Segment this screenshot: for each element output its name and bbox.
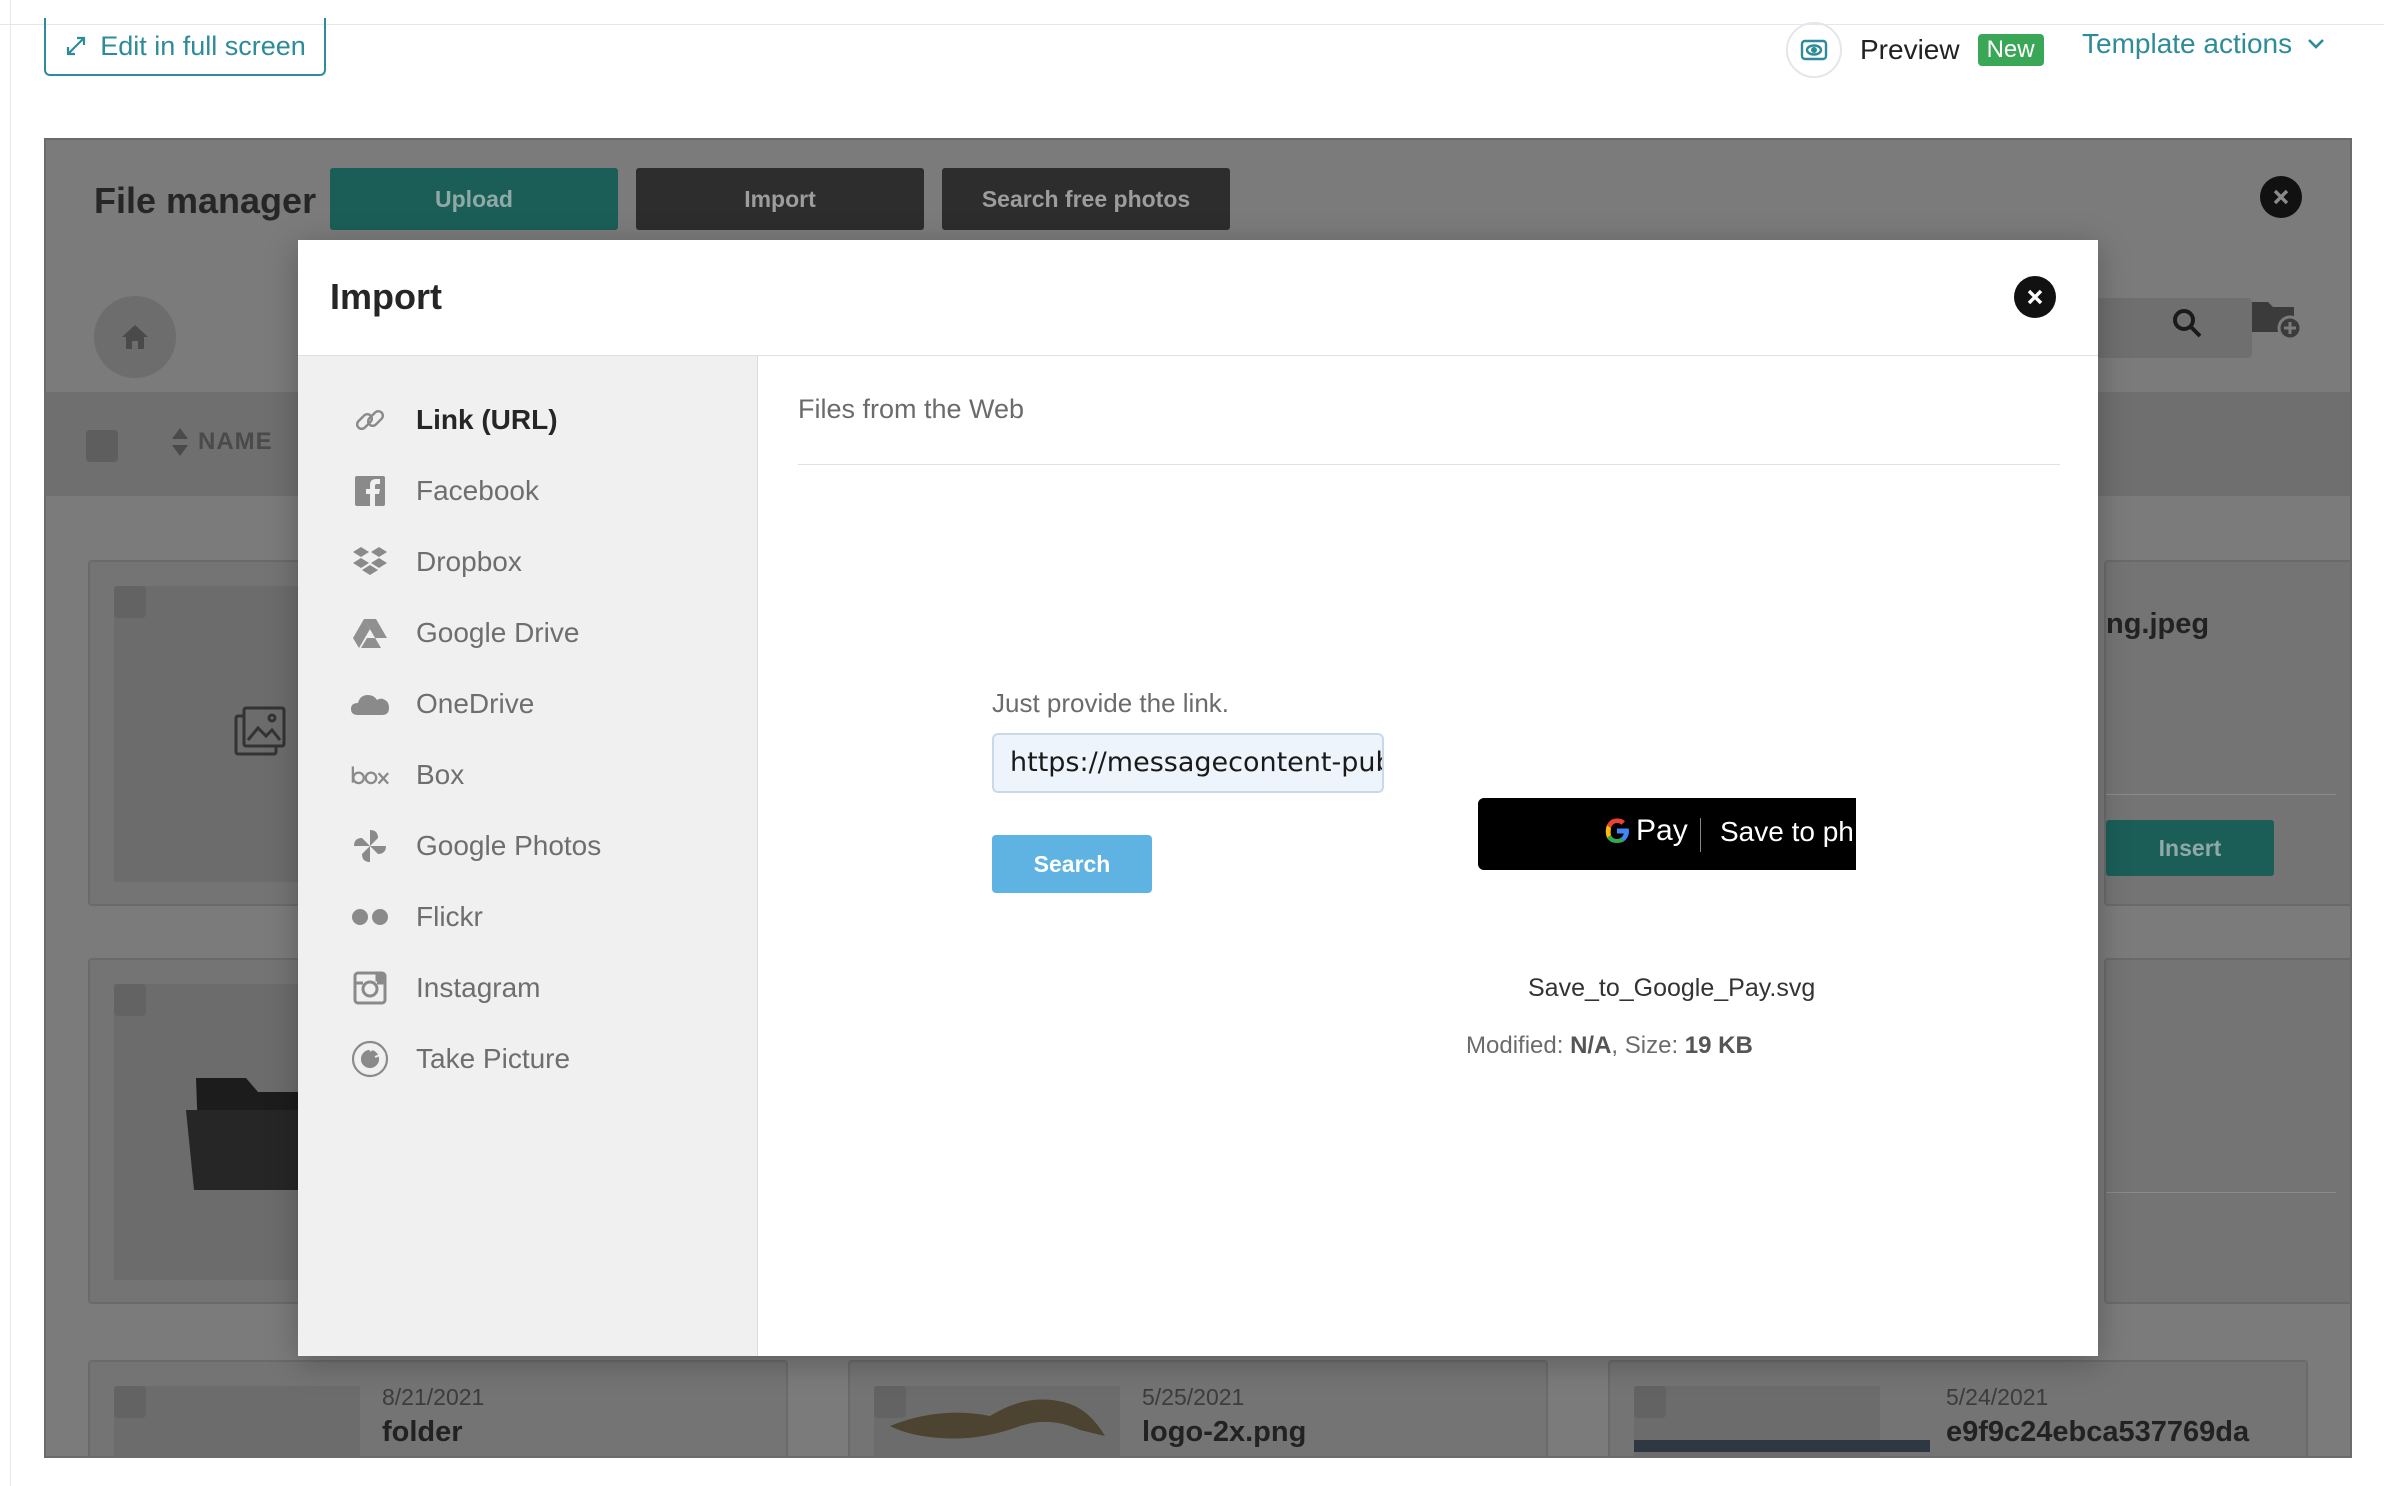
google-g-icon [1605, 818, 1629, 843]
bird-logo-thumbnail [890, 1399, 1105, 1439]
dropbox-icon [350, 542, 390, 582]
source-take-picture[interactable]: Take Picture [350, 1034, 570, 1084]
preview-eye-icon [1786, 22, 1842, 78]
upload-button[interactable]: Upload [330, 168, 618, 230]
source-label: Instagram [416, 972, 541, 1003]
box-icon [350, 755, 390, 795]
content-divider [798, 464, 2060, 465]
image-placeholder-icon [234, 706, 286, 756]
close-icon[interactable] [2014, 276, 2056, 318]
camera-icon [350, 1039, 390, 1079]
gpay-separator [1700, 818, 1701, 852]
modified-label: Modified: [1466, 1032, 1564, 1059]
insert-button[interactable]: Insert [2106, 820, 2274, 876]
home-button[interactable] [94, 296, 176, 378]
gpay-pay-text: Pay [1636, 814, 1688, 847]
editor-left-border [10, 0, 11, 1486]
file-date: 8/21/2021 [382, 1384, 485, 1410]
search-button[interactable]: Search [992, 835, 1152, 893]
link-prompt: Just provide the link. [992, 688, 1230, 718]
file-checkbox[interactable] [114, 586, 146, 618]
preview-label: Preview [1860, 34, 1960, 65]
file-row-card[interactable]: 8/21/2021 folder [88, 1360, 788, 1456]
file-card[interactable] [2104, 958, 2350, 1304]
file-name: ng.jpeg [2106, 608, 2210, 640]
search-icon[interactable] [2170, 306, 2204, 345]
facebook-icon [350, 471, 390, 511]
file-search-input[interactable] [2076, 298, 2252, 358]
import-modal-title: Import [330, 276, 442, 317]
file-name: folder [382, 1416, 463, 1448]
file-date: 5/24/2021 [1946, 1384, 2049, 1410]
source-dropbox[interactable]: Dropbox [350, 537, 522, 587]
file-name: logo-2x.png [1142, 1416, 1307, 1448]
modified-value: N/A [1570, 1032, 1612, 1059]
folder-checkbox[interactable] [114, 984, 146, 1016]
import-source-sidebar: Link (URL) Facebook Dropbox Google Drive… [298, 356, 758, 1356]
edit-full-screen-label: Edit in full screen [100, 30, 306, 61]
new-badge: New [1977, 34, 2044, 66]
flickr-icon [350, 897, 390, 937]
source-box[interactable]: Box [350, 750, 464, 800]
file-manager-close-icon[interactable] [2260, 176, 2302, 218]
source-link-url[interactable]: Link (URL) [350, 395, 558, 445]
preview-button[interactable]: Preview New [1786, 22, 2044, 78]
template-actions-label: Template actions [2082, 28, 2293, 59]
source-flickr[interactable]: Flickr [350, 892, 483, 942]
search-free-photos-button[interactable]: Search free photos [942, 168, 1230, 230]
source-instagram[interactable]: Instagram [350, 963, 541, 1013]
google-drive-icon [350, 613, 390, 653]
chevron-down-icon [2308, 39, 2325, 49]
source-label: Take Picture [416, 1043, 571, 1074]
source-label: Link (URL) [416, 404, 558, 435]
source-label: Box [416, 759, 465, 790]
file-row-card[interactable]: 5/25/2021 logo-2x.png [848, 1360, 1548, 1456]
edit-full-screen-button[interactable]: Edit in full screen [44, 18, 326, 76]
size-label: Size: [1624, 1032, 1679, 1059]
gpay-save-text: Save to ph [1720, 816, 1854, 847]
source-google-drive[interactable]: Google Drive [350, 608, 579, 658]
select-all-checkbox[interactable] [86, 430, 118, 462]
expand-icon [67, 36, 86, 56]
preview-file-name: Save_to_Google_Pay.svg [1528, 974, 1816, 1002]
card-divider [2106, 794, 2336, 795]
google-photos-icon [350, 826, 390, 866]
source-facebook[interactable]: Facebook [350, 466, 539, 516]
card-divider [2106, 1192, 2336, 1193]
source-label: Dropbox [416, 546, 522, 577]
source-label: Google Photos [416, 830, 602, 861]
source-label: OneDrive [416, 688, 535, 719]
import-button[interactable]: Import [636, 168, 924, 230]
url-input[interactable]: https://messagecontent-publ [992, 733, 1384, 793]
photo-thumbnail-strip [1634, 1440, 1930, 1452]
file-checkbox[interactable] [1634, 1386, 1666, 1418]
source-label: Facebook [416, 475, 539, 506]
preview-file-meta: Modified: N/A, Size: 19 KB [1466, 1032, 1753, 1059]
size-value: 19 KB [1684, 1032, 1753, 1059]
new-folder-icon[interactable] [2250, 296, 2303, 347]
file-row-card[interactable]: 5/24/2021 e9f9c24ebca537769da [1608, 1360, 2308, 1456]
instagram-icon [350, 968, 390, 1008]
sort-icon [172, 428, 188, 456]
source-onedrive[interactable]: OneDrive [350, 679, 534, 729]
source-label: Flickr [416, 901, 483, 932]
file-preview-image: Pay Save to ph [1478, 798, 1856, 870]
import-modal-header: Import [298, 240, 2098, 356]
home-icon [122, 325, 148, 349]
link-icon [350, 400, 390, 440]
source-label: Google Drive [416, 617, 580, 648]
sort-name-label: NAME [198, 428, 273, 455]
template-actions-dropdown[interactable]: Template actions [2082, 28, 2326, 60]
file-thumbnail [114, 1386, 360, 1456]
content-title: Files from the Web [798, 394, 1025, 424]
source-google-photos[interactable]: Google Photos [350, 821, 601, 871]
file-manager-title: File manager [94, 180, 317, 221]
file-checkbox[interactable] [874, 1386, 906, 1418]
sort-by-name[interactable]: NAME [172, 428, 273, 456]
import-modal: Import Link (URL) Facebook Dropbox Googl… [298, 240, 2098, 1356]
file-checkbox[interactable] [114, 1386, 146, 1418]
file-date: 5/25/2021 [1142, 1384, 1245, 1410]
onedrive-icon [350, 684, 390, 724]
file-name: e9f9c24ebca537769da [1946, 1416, 2250, 1448]
